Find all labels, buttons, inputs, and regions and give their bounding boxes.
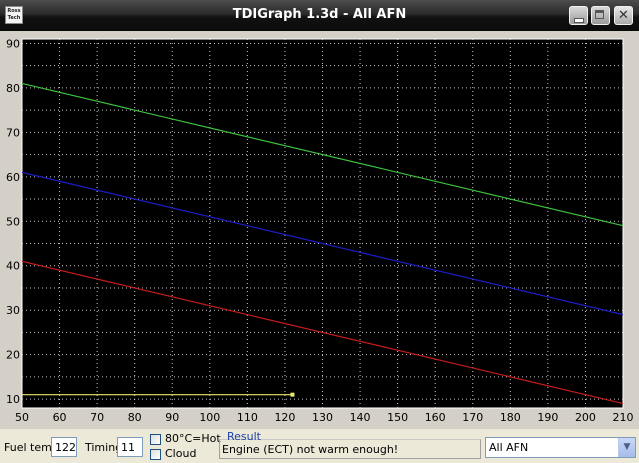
y-tick-label: 10	[6, 393, 20, 406]
x-tick-label: 130	[312, 411, 333, 424]
series-marker	[290, 392, 295, 397]
y-tick-label: 90	[6, 37, 20, 50]
timing-input[interactable]: 11	[117, 437, 143, 457]
control-bar: Fuel temp 122 Timing 11 80°C=Hot Cloud R…	[0, 429, 639, 463]
window-title: TDIGraph 1.3d - All AFN	[232, 7, 407, 22]
x-tick-label: 60	[53, 411, 67, 424]
x-tick-label: 200	[575, 411, 596, 424]
x-tick-label: 100	[199, 411, 220, 424]
fuel-temp-input[interactable]: 122	[51, 437, 77, 457]
x-tick-label: 110	[237, 411, 258, 424]
result-message: Engine (ECT) not warm enough!	[222, 443, 399, 456]
x-tick-label: 170	[462, 411, 483, 424]
chevron-down-icon[interactable]: ▼	[618, 438, 635, 457]
title-bar[interactable]: Ross Tech TDIGraph 1.3d - All AFN ✕	[0, 0, 639, 32]
y-tick-label: 60	[6, 171, 20, 184]
x-tick-label: 120	[274, 411, 295, 424]
cloud-checkbox[interactable]	[150, 449, 161, 460]
y-tick-label: 30	[6, 304, 20, 317]
x-tick-label: 80	[128, 411, 142, 424]
y-tick-label: 70	[6, 126, 20, 139]
x-tick-label: 150	[387, 411, 408, 424]
x-tick-label: 90	[165, 411, 179, 424]
close-icon: ✕	[618, 8, 629, 23]
x-tick-label: 180	[500, 411, 521, 424]
timing-graph: 50 60 70 80 90 100 110 120 130 140 150 160 170 180 190…	[6, 37, 634, 424]
x-tick-label: 70	[90, 411, 104, 424]
minimize-icon	[574, 18, 584, 23]
app-window: Ross Tech TDIGraph 1.3d - All AFN ✕ 50 60…	[0, 0, 639, 463]
profile-select-value: All AFN	[489, 441, 529, 454]
y-tick-label: 40	[6, 260, 20, 273]
x-tick-label: 190	[537, 411, 558, 424]
result-label: Result	[227, 430, 261, 443]
y-tick-label: 80	[6, 82, 20, 95]
cloud-checkbox-label[interactable]: Cloud	[165, 447, 196, 460]
maximize-button[interactable]	[591, 6, 610, 25]
x-tick-label: 210	[613, 411, 634, 424]
hot-checkbox[interactable]	[150, 434, 161, 445]
x-tick-label: 140	[350, 411, 371, 424]
y-tick-label: 50	[6, 215, 20, 228]
x-tick-label: 160	[425, 411, 446, 424]
y-tick-label: 20	[6, 349, 20, 362]
x-tick-label: 50	[15, 411, 29, 424]
close-button[interactable]: ✕	[614, 6, 633, 25]
hot-checkbox-label[interactable]: 80°C=Hot	[165, 432, 221, 445]
maximize-icon	[595, 10, 604, 19]
profile-select[interactable]: All AFN ▼	[485, 437, 636, 458]
minimize-button[interactable]	[569, 6, 588, 25]
